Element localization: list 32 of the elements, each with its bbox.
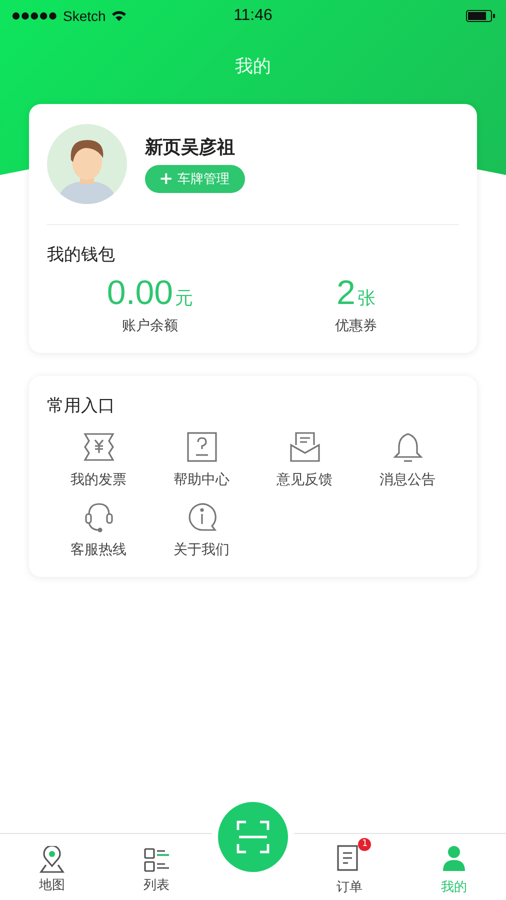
shortcut-item[interactable]: 意见反馈 [253, 431, 356, 489]
headset-icon [82, 501, 114, 533]
info-icon [186, 501, 218, 533]
scan-icon [235, 819, 271, 855]
shortcut-item[interactable]: 客服热线 [47, 501, 150, 559]
battery-icon [466, 10, 496, 22]
map-pin-icon [38, 846, 66, 874]
shortcut-item[interactable]: 帮助中心 [150, 431, 253, 489]
carrier-name: Sketch [63, 8, 106, 24]
section-title: 常用入口 [47, 395, 116, 417]
status-time: 11:46 [234, 7, 272, 25]
list-icon [142, 846, 171, 874]
help-icon [186, 431, 218, 463]
shortcut-item[interactable]: 消息公告 [356, 431, 459, 489]
wallet-label: 优惠券 [335, 317, 377, 335]
signal-icon [12, 12, 58, 20]
tab-item[interactable]: 地图 [0, 838, 104, 896]
envelope-icon [288, 431, 320, 463]
wallet-amount: 0.00 元 [106, 274, 194, 313]
wifi-icon [110, 10, 127, 22]
shortcut-item[interactable]: 关于我们 [150, 501, 253, 559]
section-title: 我的钱包 [47, 244, 116, 266]
tab-item[interactable]: 1 订单 [297, 836, 402, 898]
tab-item[interactable]: 列表 [104, 838, 209, 896]
bell-icon [392, 431, 424, 463]
shortcut-item[interactable]: 我的发票 [47, 431, 150, 489]
user-name: 新页吴彦祖 [145, 136, 236, 159]
wallet-amount: 2 张 [336, 274, 376, 313]
wallet-label: 账户余额 [122, 317, 178, 335]
ticket-icon [82, 431, 114, 463]
notification-badge: 1 [358, 838, 372, 851]
page-title: 我的 [234, 55, 272, 78]
